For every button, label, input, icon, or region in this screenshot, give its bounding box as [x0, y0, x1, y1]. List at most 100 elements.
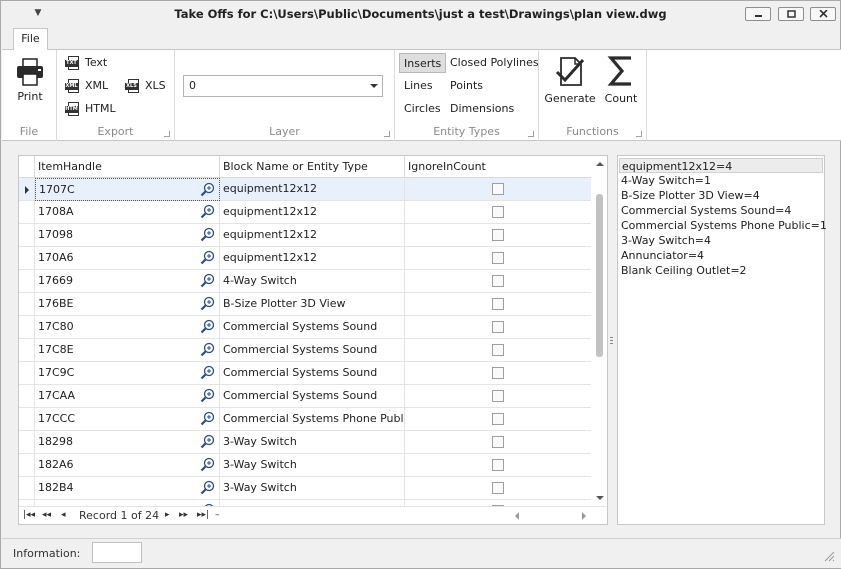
- magnifier-icon[interactable]: [200, 434, 215, 449]
- summary-item[interactable]: Blank Ceiling Outlet=2: [621, 263, 821, 278]
- summary-item[interactable]: Annunciator=4: [621, 248, 821, 263]
- row-indicator[interactable]: [19, 362, 35, 385]
- cell-itemhandle[interactable]: 17CAA: [35, 385, 220, 408]
- cell-block-name[interactable]: Commercial Systems Phone Public: [220, 408, 405, 431]
- cell-block-name[interactable]: 3-Way Switch: [220, 477, 405, 500]
- cell-block-name[interactable]: Commercial Systems Sound: [220, 362, 405, 385]
- export-launcher-icon[interactable]: [164, 131, 170, 137]
- table-row[interactable]: 17CCC Commercial Systems Phone Public: [19, 408, 591, 431]
- row-indicator[interactable]: [19, 224, 35, 247]
- magnifier-icon[interactable]: [200, 342, 215, 357]
- ignore-checkbox[interactable]: [492, 413, 504, 425]
- cell-itemhandle[interactable]: 17098: [35, 224, 220, 247]
- table-row[interactable]: 18298 3-Way Switch: [19, 431, 591, 454]
- row-indicator[interactable]: [19, 431, 35, 454]
- next-record-icon[interactable]: ▸: [165, 510, 170, 521]
- export-xml-button[interactable]: XML XML: [65, 76, 108, 96]
- ignore-checkbox[interactable]: [492, 482, 504, 494]
- information-field[interactable]: [92, 542, 142, 563]
- ignore-checkbox[interactable]: [492, 252, 504, 264]
- scroll-thumb[interactable]: [596, 194, 603, 357]
- cell-itemhandle[interactable]: 1707C: [35, 178, 220, 201]
- scroll-down-icon[interactable]: [596, 496, 604, 500]
- ignore-checkbox[interactable]: [492, 206, 504, 218]
- row-indicator[interactable]: [19, 178, 35, 201]
- table-row[interactable]: 17C8E Commercial Systems Sound: [19, 339, 591, 362]
- row-indicator[interactable]: [19, 477, 35, 500]
- lines-toggle[interactable]: Lines: [404, 76, 433, 96]
- summary-item[interactable]: 3-Way Switch=4: [621, 233, 821, 248]
- cell-block-name[interactable]: equipment12x12: [220, 201, 405, 224]
- table-row[interactable]: 1708A equipment12x12: [19, 201, 591, 224]
- cell-block-name[interactable]: Commercial Systems Sound: [220, 316, 405, 339]
- cell-itemhandle[interactable]: 182B4: [35, 477, 220, 500]
- table-row[interactable]: 17C9C Commercial Systems Sound: [19, 362, 591, 385]
- maximize-button[interactable]: [778, 7, 804, 21]
- table-row[interactable]: 182A6 3-Way Switch: [19, 454, 591, 477]
- magnifier-icon[interactable]: [200, 296, 215, 311]
- ignore-checkbox[interactable]: [492, 229, 504, 241]
- resize-grip-icon[interactable]: [824, 551, 835, 562]
- summary-item[interactable]: B-Size Plotter 3D View=4: [621, 188, 821, 203]
- magnifier-icon[interactable]: [200, 182, 215, 197]
- layer-launcher-icon[interactable]: [384, 131, 390, 137]
- summary-item[interactable]: equipment12x12=4: [619, 158, 823, 173]
- cell-block-name[interactable]: 3-Way Switch: [220, 454, 405, 477]
- panel-splitter[interactable]: [610, 337, 613, 347]
- row-indicator[interactable]: [19, 270, 35, 293]
- cell-block-name[interactable]: 3-Way Switch: [220, 431, 405, 454]
- points-toggle[interactable]: Points: [450, 76, 483, 96]
- row-indicator[interactable]: [19, 293, 35, 316]
- column-header-ignore[interactable]: IgnoreInCount: [405, 156, 591, 178]
- vertical-scrollbar[interactable]: [592, 156, 607, 504]
- row-indicator[interactable]: [19, 454, 35, 477]
- row-indicator[interactable]: [19, 201, 35, 224]
- magnifier-icon[interactable]: [200, 227, 215, 242]
- remove-record-icon[interactable]: –: [215, 510, 220, 521]
- scroll-left-icon[interactable]: [515, 512, 519, 520]
- cell-block-name[interactable]: equipment12x12: [220, 247, 405, 270]
- row-indicator[interactable]: [19, 247, 35, 270]
- ignore-checkbox[interactable]: [492, 321, 504, 333]
- ignore-checkbox[interactable]: [492, 367, 504, 379]
- first-record-icon[interactable]: |◂◂: [23, 510, 35, 521]
- table-row[interactable]: 182B4 3-Way Switch: [19, 477, 591, 500]
- print-button[interactable]: Print: [10, 58, 50, 103]
- ignore-checkbox[interactable]: [492, 390, 504, 402]
- layer-select[interactable]: 0: [183, 75, 383, 97]
- count-button[interactable]: Count: [601, 54, 641, 105]
- row-indicator[interactable]: [19, 316, 35, 339]
- tab-file[interactable]: File: [13, 28, 48, 50]
- cell-itemhandle[interactable]: 18298: [35, 431, 220, 454]
- inserts-toggle[interactable]: Inserts: [399, 53, 447, 73]
- ignore-checkbox[interactable]: [492, 344, 504, 356]
- magnifier-icon[interactable]: [200, 457, 215, 472]
- ignore-checkbox[interactable]: [492, 298, 504, 310]
- export-html-button[interactable]: HTM HTML: [65, 99, 116, 119]
- prev-record-icon[interactable]: ◂: [61, 510, 66, 521]
- cell-itemhandle[interactable]: 17C9C: [35, 362, 220, 385]
- ignore-checkbox[interactable]: [492, 436, 504, 448]
- dimensions-toggle[interactable]: Dimensions: [450, 99, 514, 119]
- cell-itemhandle[interactable]: 1708A: [35, 201, 220, 224]
- cell-block-name[interactable]: Commercial Systems Sound: [220, 385, 405, 408]
- magnifier-icon[interactable]: [200, 273, 215, 288]
- next-page-icon[interactable]: ▸▸: [179, 510, 188, 521]
- count-summary-list[interactable]: equipment12x12=4 4-Way Switch=1 B-Size P…: [617, 155, 827, 525]
- row-indicator[interactable]: [19, 385, 35, 408]
- scroll-up-icon[interactable]: [596, 162, 604, 166]
- cell-itemhandle[interactable]: 17C80: [35, 316, 220, 339]
- table-row[interactable]: 17669 4-Way Switch: [19, 270, 591, 293]
- table-row[interactable]: 17CAA Commercial Systems Sound: [19, 385, 591, 408]
- cell-block-name[interactable]: equipment12x12: [220, 178, 405, 201]
- table-row[interactable]: 17098 equipment12x12: [19, 224, 591, 247]
- column-header-block-name[interactable]: Block Name or Entity Type: [220, 156, 405, 178]
- magnifier-icon[interactable]: [200, 204, 215, 219]
- ignore-checkbox[interactable]: [492, 459, 504, 471]
- summary-item[interactable]: Commercial Systems Sound=4: [621, 203, 821, 218]
- magnifier-icon[interactable]: [200, 388, 215, 403]
- column-header-itemhandle[interactable]: ItemHandle: [35, 156, 220, 178]
- export-xls-button[interactable]: XLS XLS: [125, 76, 166, 96]
- ignore-checkbox[interactable]: [492, 183, 504, 195]
- table-row[interactable]: 1707C equipment12x12: [19, 178, 591, 201]
